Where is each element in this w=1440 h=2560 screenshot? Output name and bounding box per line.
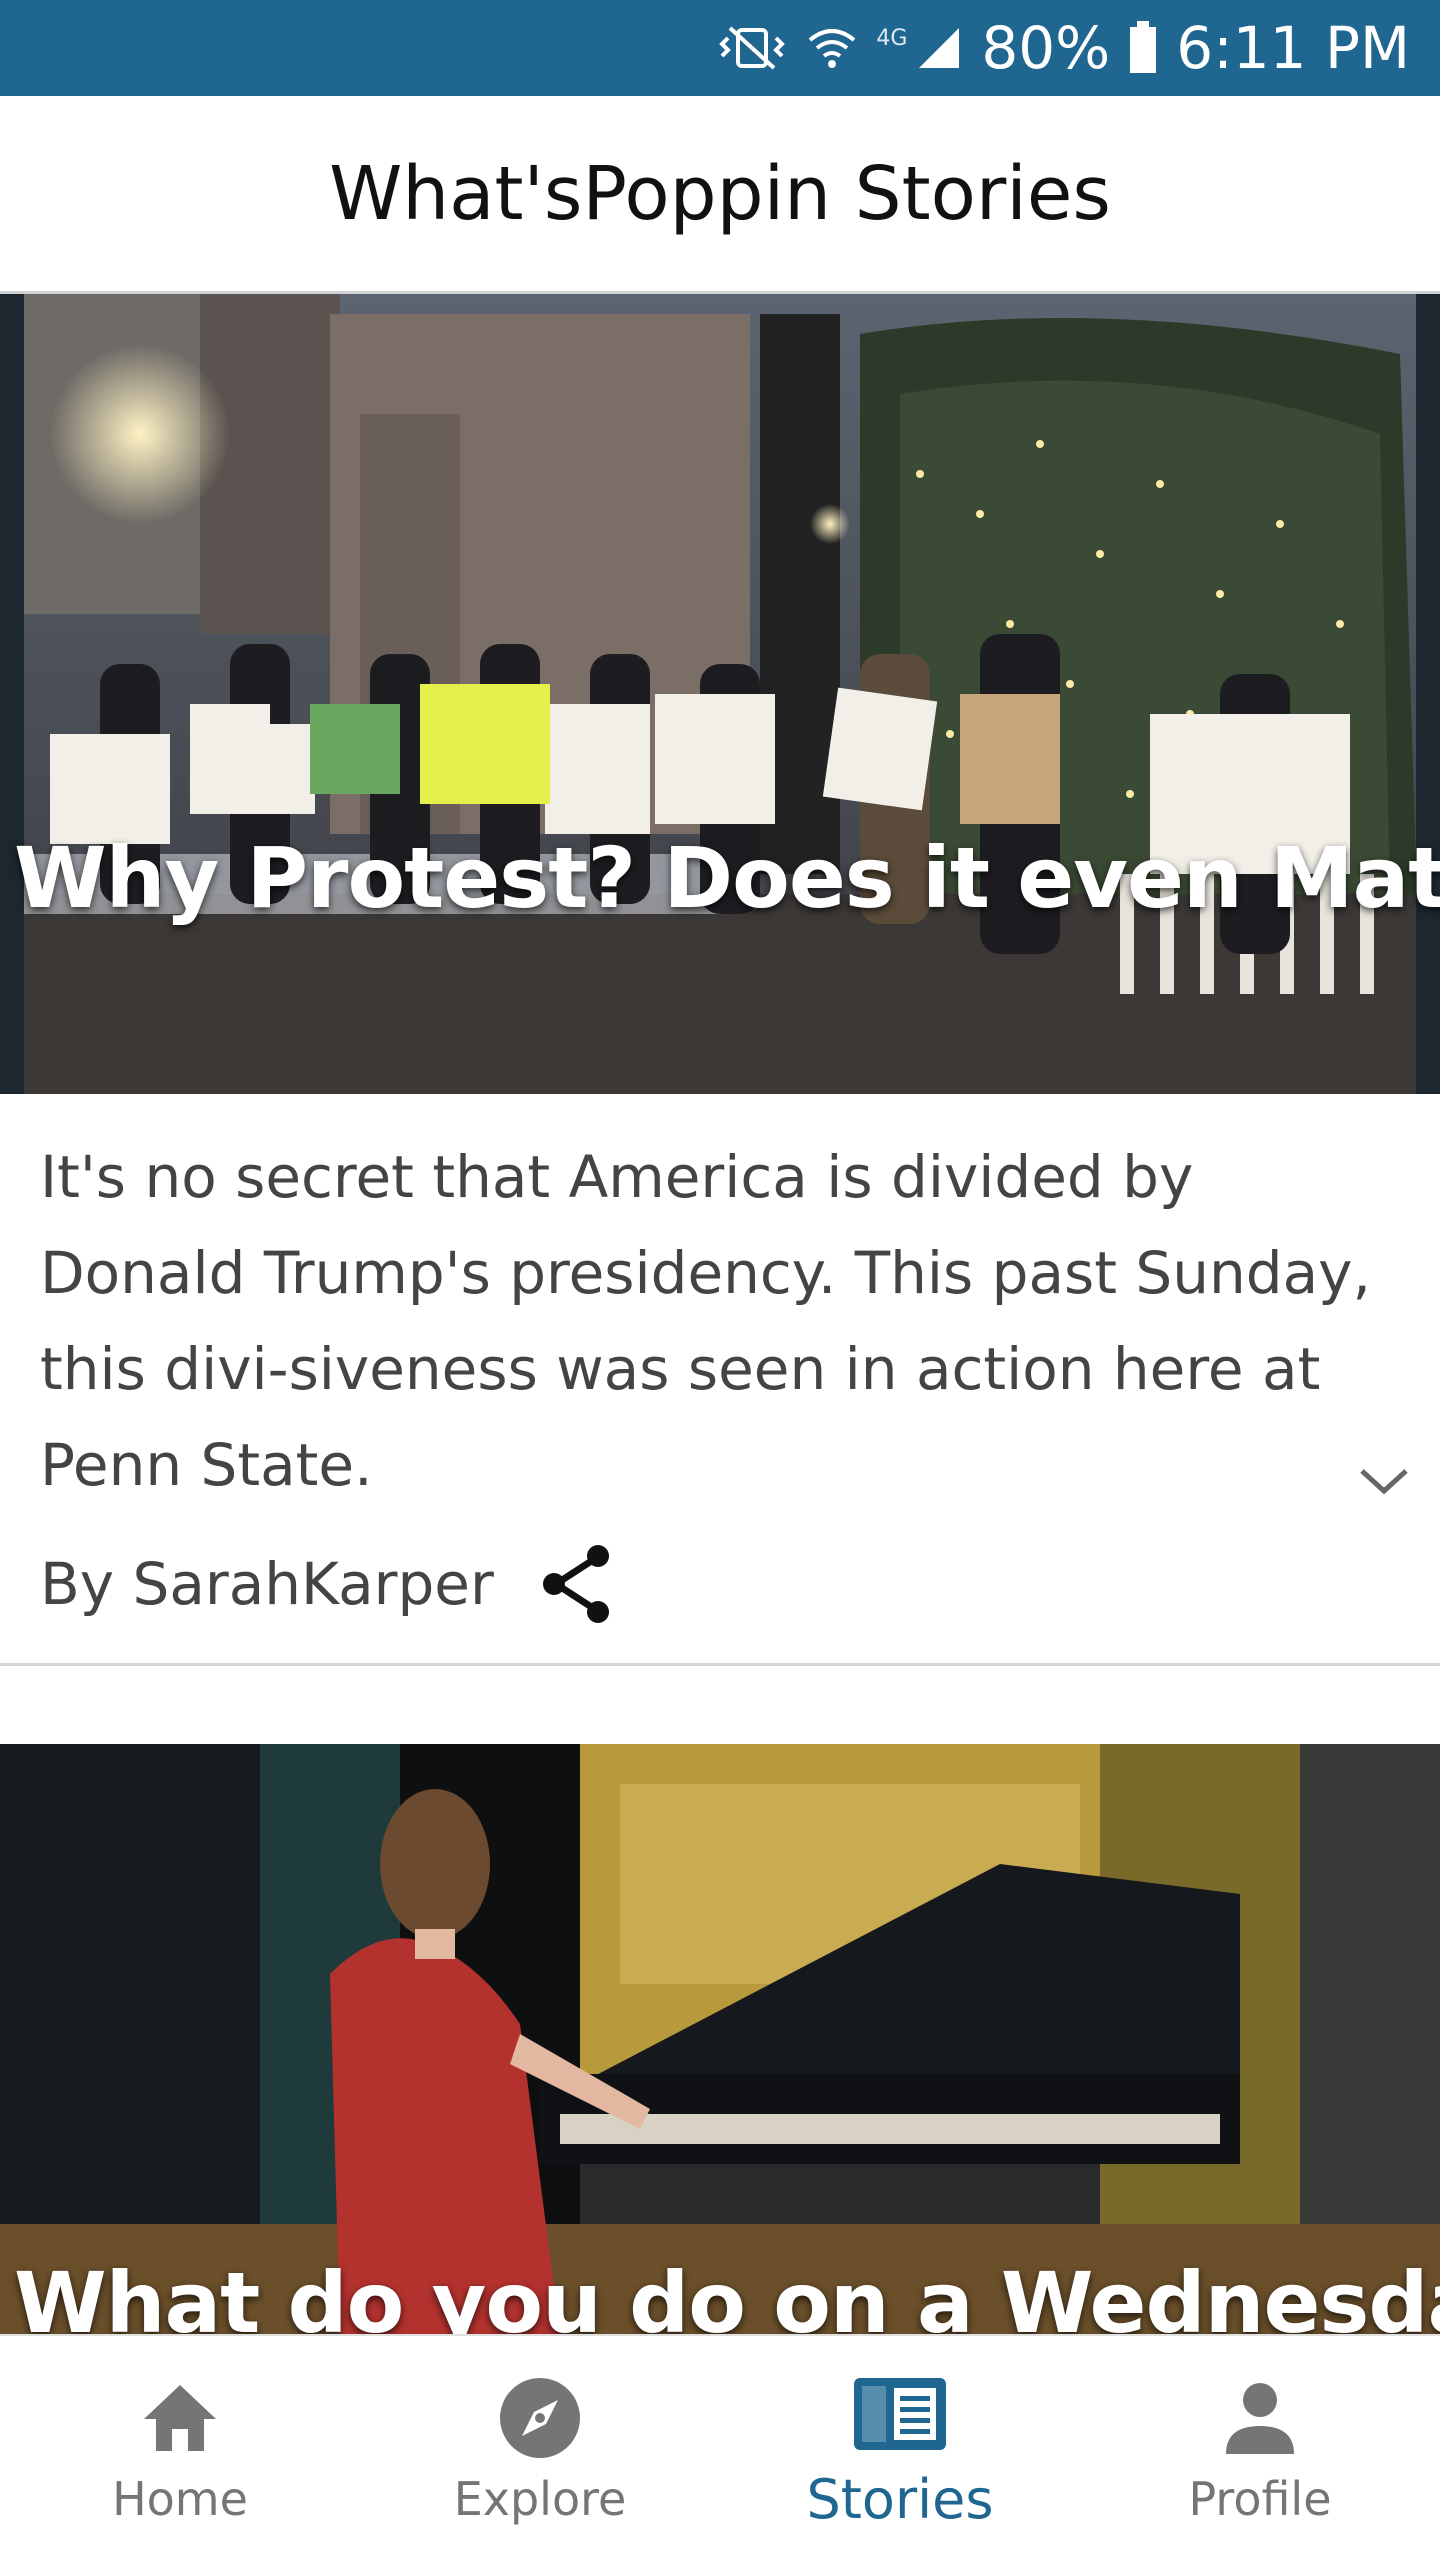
battery-icon: [1130, 21, 1157, 73]
signal-icon: [919, 28, 960, 68]
nav-explore[interactable]: Explore: [360, 2336, 720, 2560]
clock: 6:11 PM: [1176, 14, 1410, 82]
nav-label-explore: Explore: [453, 2472, 627, 2526]
story-title[interactable]: Why Protest? Does it even Matter?: [14, 829, 1440, 927]
battery-percent: 80%: [981, 14, 1111, 82]
protest-photo: [0, 294, 1440, 1094]
nav-label-profile: Profile: [1188, 2472, 1332, 2526]
story-title[interactable]: What do you do on a Wednesday: [14, 2254, 1440, 2334]
expand-button[interactable]: [1348, 1444, 1420, 1516]
nav-label-stories: Stories: [806, 2467, 994, 2531]
story-card[interactable]: What do you do on a Wednesday: [0, 1744, 1440, 2334]
chevron-down-icon: [1360, 1469, 1408, 1495]
page-title: What'sPoppin Stories: [329, 150, 1111, 237]
app-header: What'sPoppin Stories: [0, 96, 1440, 294]
home-icon: [144, 2385, 216, 2451]
status-bar: 4G 80% 6:11 PM: [0, 0, 1440, 96]
nav-label-home: Home: [112, 2472, 248, 2526]
nav-home[interactable]: Home: [0, 2336, 360, 2560]
piano-photo: [0, 1744, 1440, 2334]
story-byline: By SarahKarper: [40, 1534, 618, 1634]
nav-stories[interactable]: Stories: [720, 2336, 1080, 2560]
story-hero-image[interactable]: Why Protest? Does it even Matter?: [0, 294, 1440, 1094]
status-icons: 4G 80% 6:11 PM: [716, 0, 1410, 96]
person-icon: [1226, 2383, 1294, 2454]
author-name[interactable]: By SarahKarper: [40, 1550, 494, 1618]
story-excerpt: It's no secret that America is divided b…: [40, 1143, 1371, 1499]
nav-profile[interactable]: Profile: [1080, 2336, 1440, 2560]
share-icon: [542, 1545, 609, 1623]
stories-icon: [854, 2377, 946, 2450]
vibrate-mute-icon: [719, 26, 786, 70]
network-type: 4G: [876, 25, 908, 51]
compass-icon: [500, 2378, 580, 2458]
share-button[interactable]: [538, 1544, 618, 1624]
story-card[interactable]: Why Protest? Does it even Matter? It's n…: [0, 294, 1440, 1666]
story-hero-image[interactable]: What do you do on a Wednesday: [0, 1744, 1440, 2334]
wifi-icon: [809, 29, 856, 68]
bottom-nav: Home Explore Stories Profile: [0, 2334, 1440, 2560]
